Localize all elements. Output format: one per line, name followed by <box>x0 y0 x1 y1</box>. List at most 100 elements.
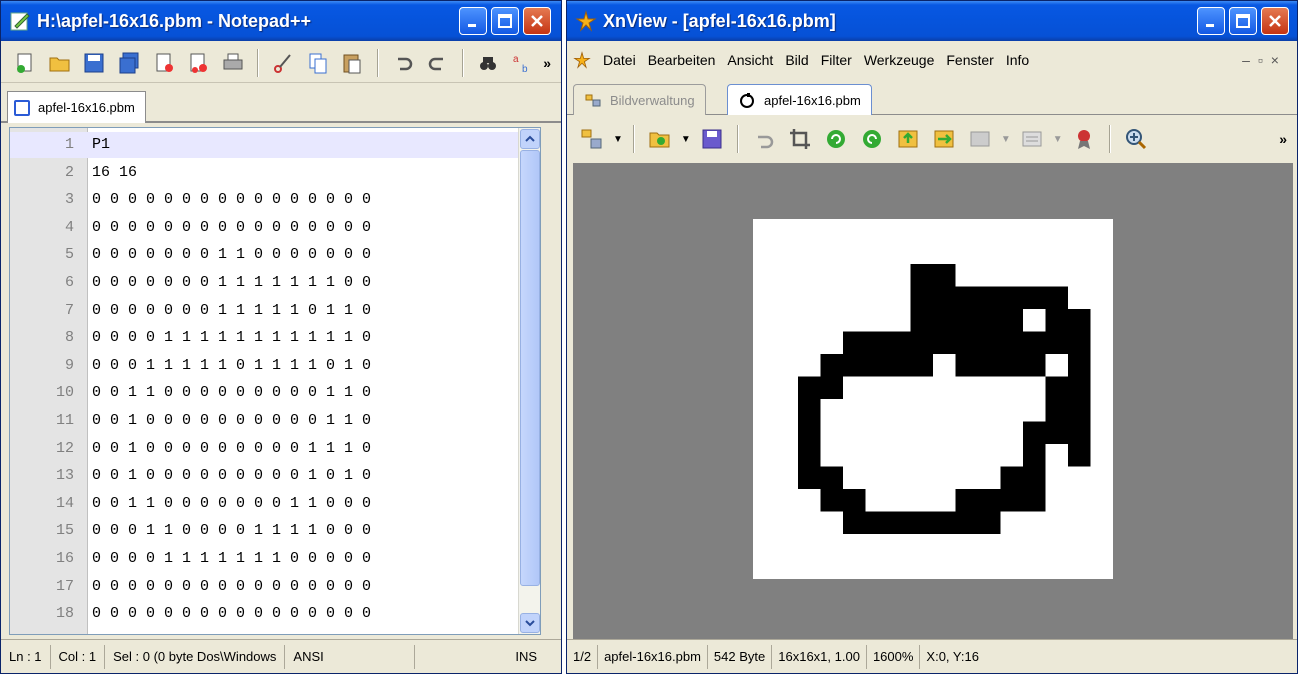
menu-info[interactable]: Info <box>1006 52 1029 68</box>
copy-button[interactable] <box>304 48 333 78</box>
convert-button[interactable] <box>929 124 959 154</box>
editor-area[interactable]: 1 P1 2 16 16 3 0 0 0 0 0 0 0 0 0 0 0 0 0 0 0 … <box>9 127 541 635</box>
line-number: 4 <box>64 218 74 236</box>
maximize-button[interactable] <box>1229 7 1257 35</box>
new-file-button[interactable] <box>11 48 40 78</box>
editor-line[interactable]: 6 0 0 0 0 0 0 0 1 1 1 1 1 1 1 0 0 <box>10 270 520 296</box>
export-button[interactable] <box>893 124 923 154</box>
close-file-button[interactable] <box>149 48 178 78</box>
editor-line[interactable]: 3 0 0 0 0 0 0 0 0 0 0 0 0 0 0 0 0 <box>10 187 520 213</box>
editor-line[interactable]: 11 0 0 1 0 0 0 0 0 0 0 0 0 0 1 1 0 <box>10 408 520 434</box>
properties-button[interactable] <box>1017 124 1047 154</box>
menu-datei[interactable]: Datei <box>603 52 636 68</box>
editor-line[interactable]: 18 0 0 0 0 0 0 0 0 0 0 0 0 0 0 0 0 <box>10 601 520 627</box>
minimize-icon <box>1206 24 1214 27</box>
pixel <box>798 444 821 467</box>
scroll-thumb[interactable] <box>520 150 540 586</box>
scissors-icon <box>274 53 292 73</box>
xnview-titlebar[interactable]: XnView - [apfel-16x16.pbm] <box>567 1 1297 41</box>
editor-line[interactable]: 14 0 0 1 1 0 0 0 0 0 0 0 1 1 0 0 0 <box>10 491 520 517</box>
pixel <box>978 331 1001 354</box>
open-button[interactable] <box>645 124 675 154</box>
toolbar-separator <box>1108 125 1111 153</box>
editor-line[interactable]: 2 16 16 <box>10 160 520 186</box>
minimize-button[interactable] <box>1197 7 1225 35</box>
tab-apfel-16x16[interactable]: apfel-16x16.pbm <box>727 84 872 115</box>
save-button[interactable] <box>697 124 727 154</box>
tab-label: apfel-16x16.pbm <box>38 100 135 115</box>
undo-button[interactable] <box>389 48 418 78</box>
apple-image-icon <box>740 93 754 108</box>
save-button[interactable] <box>80 48 109 78</box>
editor-line[interactable]: 17 0 0 0 0 0 0 0 0 0 0 0 0 0 0 0 0 <box>10 574 520 600</box>
line-text: 0 0 0 0 1 1 1 1 1 1 1 1 1 1 1 0 <box>92 329 372 347</box>
dropdown-arrow-icon[interactable]: ▼ <box>1053 134 1063 145</box>
editor-line[interactable]: 4 0 0 0 0 0 0 0 0 0 0 0 0 0 0 0 0 <box>10 215 520 241</box>
toolbar-overflow-icon[interactable]: » <box>1279 131 1287 147</box>
editor-line[interactable]: 15 0 0 0 1 1 0 0 0 0 1 1 1 1 0 0 0 <box>10 518 520 544</box>
close-button[interactable] <box>1261 7 1289 35</box>
fullscreen-button[interactable] <box>1069 124 1099 154</box>
tab-apfel-16x16[interactable]: apfel-16x16.pbm <box>7 91 146 123</box>
pixel <box>1000 331 1023 354</box>
close-all-button[interactable] <box>184 48 213 78</box>
zoom-in-button[interactable] <box>1121 124 1151 154</box>
image-viewer[interactable] <box>573 163 1293 641</box>
replace-button[interactable]: ab <box>509 48 538 78</box>
editor-line[interactable]: 13 0 0 1 0 0 0 0 0 0 0 0 0 1 0 1 0 <box>10 463 520 489</box>
editor-line[interactable]: 12 0 0 1 0 0 0 0 0 0 0 0 0 1 1 1 0 <box>10 436 520 462</box>
close-icon <box>1269 15 1281 27</box>
rotate-left-button[interactable] <box>821 124 851 154</box>
paste-button[interactable] <box>338 48 367 78</box>
toolbar-overflow-icon[interactable]: » <box>543 55 551 71</box>
pixel <box>910 511 933 534</box>
mdi-window-controls[interactable]: –▫× <box>1242 52 1287 68</box>
xnview-statusbar: 1/2 apfel-16x16.pbm 542 Byte 16x16x1, 1.… <box>567 639 1297 673</box>
editor-line[interactable]: 16 0 0 0 0 1 1 1 1 1 1 1 0 0 0 0 0 <box>10 546 520 572</box>
scroll-up-button[interactable] <box>520 129 540 149</box>
notepad-titlebar[interactable]: H:\apfel-16x16.pbm - Notepad++ <box>1 1 561 41</box>
cut-button[interactable] <box>269 48 298 78</box>
menu-ansicht[interactable]: Ansicht <box>727 52 773 68</box>
menu-bearbeiten[interactable]: Bearbeiten <box>648 52 716 68</box>
pixel <box>978 286 1001 309</box>
dropdown-arrow-icon[interactable]: ▼ <box>681 134 691 145</box>
undo-button[interactable] <box>749 124 779 154</box>
redo-button[interactable] <box>423 48 452 78</box>
menu-filter[interactable]: Filter <box>821 52 852 68</box>
pixel <box>978 489 1001 512</box>
saved-file-icon <box>14 99 30 116</box>
dropdown-arrow-icon[interactable]: ▼ <box>613 134 623 145</box>
crop-button[interactable] <box>785 124 815 154</box>
menu-bild[interactable]: Bild <box>785 52 808 68</box>
xnview-app-icon <box>575 10 597 32</box>
close-button[interactable] <box>523 7 551 35</box>
pixel <box>1045 286 1068 309</box>
menu-werkzeuge[interactable]: Werkzeuge <box>864 52 935 68</box>
print-button[interactable] <box>218 48 247 78</box>
status-zoom: 1600% <box>867 644 921 669</box>
vertical-scrollbar[interactable] <box>518 128 540 634</box>
editor-line[interactable]: 7 0 0 0 0 0 0 0 1 1 1 1 1 0 1 1 0 <box>10 298 520 324</box>
tab-bildverwaltung[interactable]: Bildverwaltung <box>573 84 706 115</box>
scroll-down-button[interactable] <box>520 613 540 633</box>
save-all-button[interactable] <box>115 48 144 78</box>
menu-fenster[interactable]: Fenster <box>946 52 993 68</box>
find-button[interactable] <box>474 48 503 78</box>
editor-line[interactable]: 10 0 0 1 1 0 0 0 0 0 0 0 0 0 1 1 0 <box>10 380 520 406</box>
minimize-button[interactable] <box>459 7 487 35</box>
slideshow-button[interactable] <box>965 124 995 154</box>
pixel <box>933 331 956 354</box>
rotate-right-button[interactable] <box>857 124 887 154</box>
status-page: 1/2 <box>567 644 599 669</box>
maximize-button[interactable] <box>491 7 519 35</box>
editor-line[interactable]: 8 0 0 0 0 1 1 1 1 1 1 1 1 1 1 1 0 <box>10 325 520 351</box>
open-file-button[interactable] <box>46 48 75 78</box>
editor-line[interactable]: 9 0 0 0 1 1 1 1 1 0 1 1 1 1 0 1 0 <box>10 353 520 379</box>
browser-button[interactable] <box>577 124 607 154</box>
editor-line[interactable]: 1 P1 <box>10 132 520 158</box>
pixel <box>820 489 843 512</box>
dropdown-arrow-icon[interactable]: ▼ <box>1001 134 1011 145</box>
editor-line[interactable]: 5 0 0 0 0 0 0 0 1 1 0 0 0 0 0 0 0 <box>10 242 520 268</box>
document-menu-icon[interactable] <box>573 51 591 69</box>
